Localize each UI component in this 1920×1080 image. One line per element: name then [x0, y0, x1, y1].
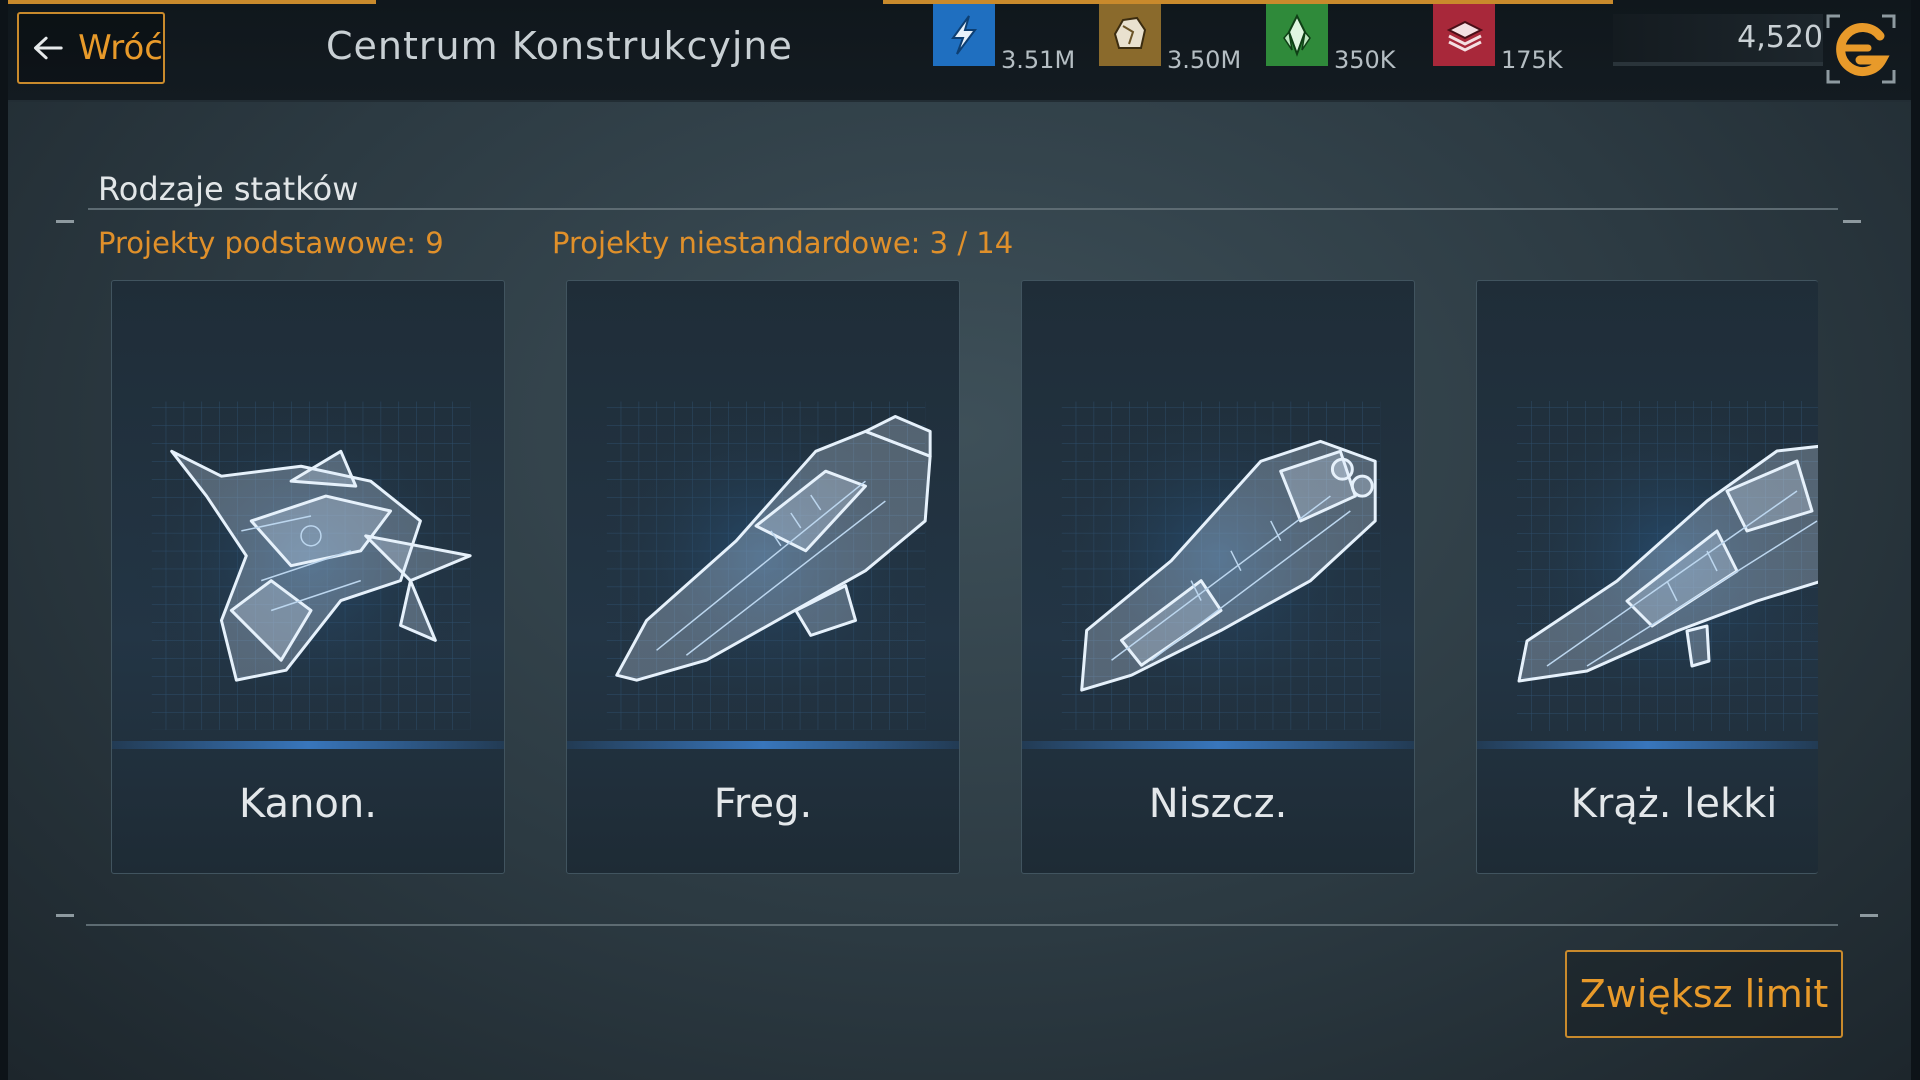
modules-icon — [1433, 4, 1495, 66]
divider-line — [86, 924, 1838, 926]
resource-value: 350K — [1334, 46, 1396, 74]
section-title: Rodzaje statków — [98, 170, 359, 208]
custom-projects-count: Projekty niestandardowe: 3 / 14 — [552, 226, 1014, 260]
currency-button[interactable] — [1824, 12, 1898, 86]
ship-type-label: Freg. — [713, 781, 813, 827]
resource-value: 3.50M — [1167, 46, 1242, 74]
resource-value: 3.51M — [1001, 46, 1076, 74]
ship-type-label: Kanon. — [239, 781, 377, 827]
top-accent-line — [8, 0, 376, 4]
card-glow — [1477, 741, 1818, 749]
frame-tick — [56, 914, 74, 917]
lightning-icon — [933, 4, 995, 66]
ship-type-label: Niszcz. — [1148, 781, 1288, 827]
currency-display: 4,520 — [1613, 14, 1823, 66]
page-title: Centrum Konstrukcyjne — [326, 24, 793, 68]
increase-limit-button[interactable]: Zwiększ limit — [1565, 950, 1843, 1038]
arrow-left-icon — [34, 36, 63, 60]
ship-card-light-cruiser[interactable]: Krąż. lekki — [1476, 280, 1818, 874]
crystal-icon — [1266, 4, 1328, 66]
ship-card-destroyer[interactable]: Niszcz. — [1021, 280, 1415, 874]
light-cruiser-blueprint-icon — [1477, 281, 1818, 741]
card-glow — [567, 741, 959, 749]
construction-center-screen: Wróć Centrum Konstrukcyjne 3.51M 3.50M 3… — [8, 0, 1911, 1080]
ore-icon — [1099, 4, 1161, 66]
ship-card-frigate[interactable]: Freg. — [566, 280, 960, 874]
gunship-blueprint-icon — [112, 281, 504, 741]
resource-value: 175K — [1501, 46, 1563, 74]
destroyer-blueprint-icon — [1022, 281, 1414, 741]
card-glow — [1022, 741, 1414, 749]
ship-card-gunship[interactable]: Kanon. — [111, 280, 505, 874]
card-glow — [112, 741, 504, 749]
frame-tick — [1843, 220, 1861, 223]
basic-projects-count: Projekty podstawowe: 9 — [98, 226, 444, 260]
currency-value: 4,520 — [1737, 20, 1823, 55]
divider-line — [88, 208, 1838, 210]
top-bar: Wróć Centrum Konstrukcyjne 3.51M 3.50M 3… — [8, 0, 1911, 102]
currency-bar — [1613, 62, 1823, 66]
back-button[interactable]: Wróć — [17, 12, 165, 84]
ship-type-label: Krąż. lekki — [1570, 781, 1778, 827]
frame-tick — [1860, 914, 1878, 917]
frame-tick — [56, 220, 74, 223]
frigate-blueprint-icon — [567, 281, 959, 741]
increase-limit-label: Zwiększ limit — [1579, 972, 1829, 1016]
back-button-label: Wróć — [78, 28, 163, 68]
currency-icon — [1826, 14, 1896, 84]
